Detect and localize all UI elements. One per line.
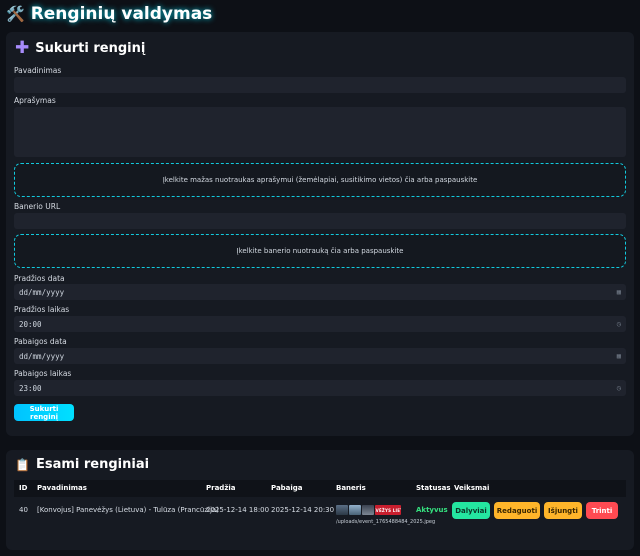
plus-icon: ✚ (15, 38, 30, 58)
participants-button[interactable]: Dalyviai (452, 502, 490, 519)
page-title: 🛠️ Renginių valdymas (6, 2, 212, 26)
banner-thumb-image (336, 505, 348, 515)
start-date-label: Pradžios data (14, 274, 65, 283)
start-time-input[interactable]: 20:00 ◷ (14, 316, 626, 332)
banner-url-input[interactable] (14, 213, 626, 229)
end-time-label: Pabaigos laikas (14, 369, 72, 378)
start-time-label: Pradžios laikas (14, 305, 70, 314)
calendar-icon[interactable]: ▦ (617, 352, 621, 360)
table-row: 40 [Konvojus] Panevėžys (Lietuva) - Tulū… (14, 498, 626, 538)
column-header-status: Statusas (416, 484, 451, 492)
banner-url-label: Banerio URL (14, 202, 61, 211)
name-label: Pavadinimas (14, 66, 62, 75)
tools-icon: 🛠️ (6, 5, 25, 23)
column-header-actions: Veiksmai (454, 484, 490, 492)
name-input[interactable] (14, 77, 626, 93)
start-time-value: 20:00 (19, 319, 42, 329)
end-date-label: Pabaigos data (14, 337, 67, 346)
event-id: 40 (19, 506, 28, 514)
description-textarea[interactable] (14, 107, 626, 157)
page-title-text: Renginių valdymas (30, 4, 213, 24)
column-header-end: Pabaiga (271, 484, 303, 492)
clock-icon[interactable]: ◷ (617, 384, 621, 392)
small-images-dropzone-text: Įkelkite mažas nuotraukas aprašymui (žem… (162, 176, 478, 184)
end-date-value: dd/mm/yyyy (19, 351, 65, 361)
create-title-text: Sukurti renginį (35, 41, 146, 56)
end-date-input[interactable]: dd/mm/yyyy ▦ (14, 348, 626, 364)
column-header-name: Pavadinimas (37, 484, 87, 492)
create-section-title: ✚ Sukurti renginį (15, 40, 145, 57)
banner-thumb-image (362, 505, 374, 515)
banner-thumbnail[interactable]: PANEVĖŽYS LIETUVA (336, 505, 401, 515)
start-date-value: dd/mm/yyyy (19, 287, 65, 297)
list-title-text: Esami renginiai (35, 457, 150, 472)
edit-button[interactable]: Redaguoti (494, 502, 540, 519)
banner-path: /uploads/event_1765488484_2025.jpeg (336, 519, 436, 525)
delete-button[interactable]: Trinti (586, 502, 618, 519)
create-event-panel: ✚ Sukurti renginį Pavadinimas Aprašymas … (6, 32, 634, 436)
banner-dropzone-text: Įkelkite banerio nuotrauką čia arba pasp… (236, 247, 404, 255)
banner-dropzone[interactable]: Įkelkite banerio nuotrauką čia arba pasp… (14, 234, 626, 268)
events-list-panel: 📋 Esami renginiai ID Pavadinimas Pradžia… (6, 450, 634, 550)
event-start: 2025-12-14 18:00 (206, 506, 270, 514)
banner-thumb-badge: PANEVĖŽYS LIETUVA (375, 505, 401, 515)
end-time-input[interactable]: 23:00 ◷ (14, 380, 626, 396)
start-date-input[interactable]: dd/mm/yyyy ▦ (14, 284, 626, 300)
small-images-dropzone[interactable]: Įkelkite mažas nuotraukas aprašymui (žem… (14, 163, 626, 197)
end-time-value: 23:00 (19, 383, 42, 393)
event-end: 2025-12-14 20:30 (271, 506, 335, 514)
clipboard-icon: 📋 (15, 457, 30, 472)
clock-icon[interactable]: ◷ (617, 320, 621, 328)
create-event-button[interactable]: Sukurti renginį (14, 404, 74, 421)
disable-button[interactable]: Išjungti (544, 502, 582, 519)
table-header: ID Pavadinimas Pradžia Pabaiga Baneris S… (14, 480, 626, 497)
description-label: Aprašymas (14, 96, 56, 105)
status-badge: Aktyvus (416, 506, 448, 514)
column-header-start: Pradžia (206, 484, 236, 492)
calendar-icon[interactable]: ▦ (617, 288, 621, 296)
column-header-banner: Baneris (336, 484, 366, 492)
banner-thumb-image (349, 505, 361, 515)
column-header-id: ID (19, 484, 28, 492)
event-name: [Konvojus] Panevėžys (Lietuva) - Tulūza … (37, 506, 219, 514)
list-section-title: 📋 Esami renginiai (15, 457, 149, 472)
